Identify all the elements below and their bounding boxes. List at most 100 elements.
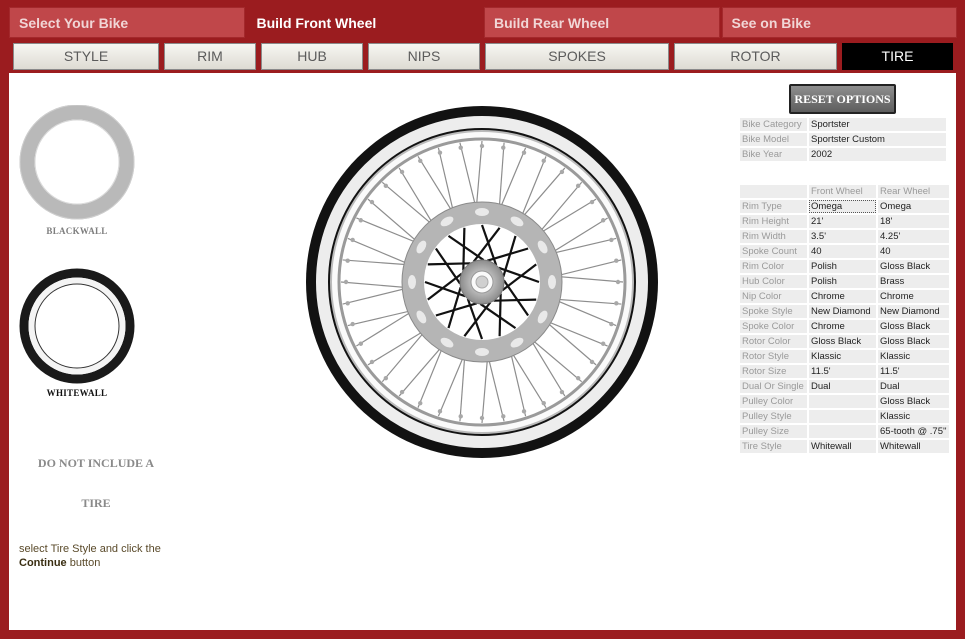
no-tire-option[interactable]: DO NOT INCLUDE A: [31, 456, 161, 471]
spec-label: Rim Height: [740, 215, 807, 228]
bike-info-table: Bike Category Sportster Bike Model Sportst…: [738, 116, 948, 163]
front-wheel-value: Chrome: [809, 320, 876, 333]
spec-row: Hub Color Polish Brass: [740, 275, 949, 288]
front-wheel-value: Gloss Black: [809, 335, 876, 348]
blackwall-tire-icon: [19, 104, 135, 220]
nipple: [609, 321, 614, 327]
spec-row: Tire Style Whitewall Whitewall: [740, 440, 949, 453]
nipple: [399, 389, 405, 395]
reset-options-button[interactable]: RESET OPTIONS: [789, 84, 896, 114]
nipple: [345, 301, 350, 306]
spec-row: Spoke Color Chrome Gloss Black: [740, 320, 949, 333]
spec-label: Rotor Style: [740, 350, 807, 363]
front-wheel-value: 40: [809, 245, 876, 258]
spec-row: Nip Color Chrome Chrome: [740, 290, 949, 303]
whitewall-label: WHITEWALL: [46, 388, 108, 398]
rear-wheel-value: Whitewall: [878, 440, 949, 453]
tab-style[interactable]: STYLE: [13, 43, 159, 70]
spec-row: Spoke Count 40 40: [740, 245, 949, 258]
wheel-preview-image: [306, 106, 658, 458]
front-wheel-value: 3.5': [809, 230, 876, 243]
spec-row: Rotor Color Gloss Black Gloss Black: [740, 335, 949, 348]
spec-label: Dual Or Single: [740, 380, 807, 393]
nipple: [501, 414, 506, 419]
step-select-bike[interactable]: Select Your Bike: [9, 7, 245, 38]
front-wheel-value: Dual: [809, 380, 876, 393]
spec-row: Pulley Color Gloss Black: [740, 395, 949, 408]
rear-wheel-value: 4.25': [878, 230, 949, 243]
tab-spokes[interactable]: SPOKES: [485, 43, 669, 70]
step-see-on-bike[interactable]: See on Bike: [721, 7, 957, 38]
step-build-rear-wheel[interactable]: Build Rear Wheel: [484, 7, 720, 38]
rear-wheel-value: 40: [878, 245, 949, 258]
nipple: [559, 169, 565, 175]
nipple: [600, 218, 606, 223]
front-wheel-header: Front Wheel: [809, 185, 876, 198]
rear-wheel-header: Rear Wheel: [878, 185, 949, 198]
rear-wheel-value: Gloss Black: [878, 335, 949, 348]
rear-wheel-value: Omega: [878, 200, 949, 213]
spec-table: Front Wheel Rear Wheel Rim Type Omega Omeg…: [738, 183, 951, 455]
continue-word: Continue: [19, 557, 67, 569]
rear-wheel-value: Gloss Black: [878, 260, 949, 273]
rotor-slot: [408, 275, 416, 289]
nipple: [479, 143, 485, 149]
rear-wheel-value: Brass: [878, 275, 949, 288]
spec-label: Rotor Size: [740, 365, 807, 378]
spec-row: Dual Or Single Dual Dual: [740, 380, 949, 393]
rear-wheel-value: 11.5': [878, 365, 949, 378]
nipple: [345, 258, 350, 263]
nipple: [437, 150, 443, 155]
inner-spoke: [498, 293, 502, 337]
spec-label: Spoke Style: [740, 305, 807, 318]
rear-wheel-value: 65-tooth @ .75'': [878, 425, 949, 438]
inner-spoke: [462, 227, 466, 271]
nipple: [575, 375, 581, 381]
spec-row: Pulley Style Klassic: [740, 410, 949, 423]
builder-panel: BLACKWALL WHITEWALL DO NOT INCLUDE A TIR…: [9, 73, 956, 630]
tab-rotor[interactable]: ROTOR: [674, 43, 837, 70]
nipple: [399, 169, 405, 175]
nipple: [383, 375, 389, 381]
nipple: [369, 199, 375, 205]
nipple: [418, 400, 423, 406]
tab-rim[interactable]: RIM: [164, 43, 256, 70]
nipple: [418, 158, 423, 164]
front-wheel-value: 21': [809, 215, 876, 228]
nipple: [541, 158, 546, 164]
nipple: [358, 341, 364, 346]
tab-nips[interactable]: NIPS: [368, 43, 480, 70]
tab-hub[interactable]: HUB: [261, 43, 363, 70]
nipple: [575, 183, 581, 189]
whitewall-tire-icon: [19, 268, 135, 384]
front-wheel-value: [809, 410, 876, 423]
front-wheel-value: 11.5': [809, 365, 876, 378]
front-wheel-value: Whitewall: [809, 440, 876, 453]
spec-row: Rim Width 3.5' 4.25': [740, 230, 949, 243]
tab-tire[interactable]: TIRE: [842, 43, 953, 70]
nipple: [541, 400, 546, 406]
no-tire-option-line2[interactable]: TIRE: [31, 496, 161, 511]
nipple: [458, 145, 463, 150]
nipple: [521, 409, 527, 414]
front-wheel-value: New Diamond: [809, 305, 876, 318]
front-wheel-value: Polish: [809, 275, 876, 288]
nipple: [479, 415, 485, 421]
spec-label: Hub Color: [740, 275, 807, 288]
nipple: [383, 183, 389, 189]
nipple: [589, 359, 595, 365]
spec-label: Rotor Color: [740, 335, 807, 348]
tire-option-blackwall[interactable]: BLACKWALL: [18, 104, 136, 236]
tire-option-whitewall[interactable]: WHITEWALL: [18, 268, 136, 398]
spec-label: Nip Color: [740, 290, 807, 303]
nipple: [343, 279, 349, 285]
front-wheel-value: [809, 425, 876, 438]
rear-wheel-value: Chrome: [878, 290, 949, 303]
nipple: [437, 409, 443, 414]
spec-row: Rim Type Omega Omega: [740, 200, 949, 213]
rear-wheel-value: Gloss Black: [878, 395, 949, 408]
front-wheel-value: Klassic: [809, 350, 876, 363]
spec-label: Rim Width: [740, 230, 807, 243]
step-build-front-wheel[interactable]: Build Front Wheel: [246, 7, 482, 38]
nipple: [559, 389, 565, 395]
